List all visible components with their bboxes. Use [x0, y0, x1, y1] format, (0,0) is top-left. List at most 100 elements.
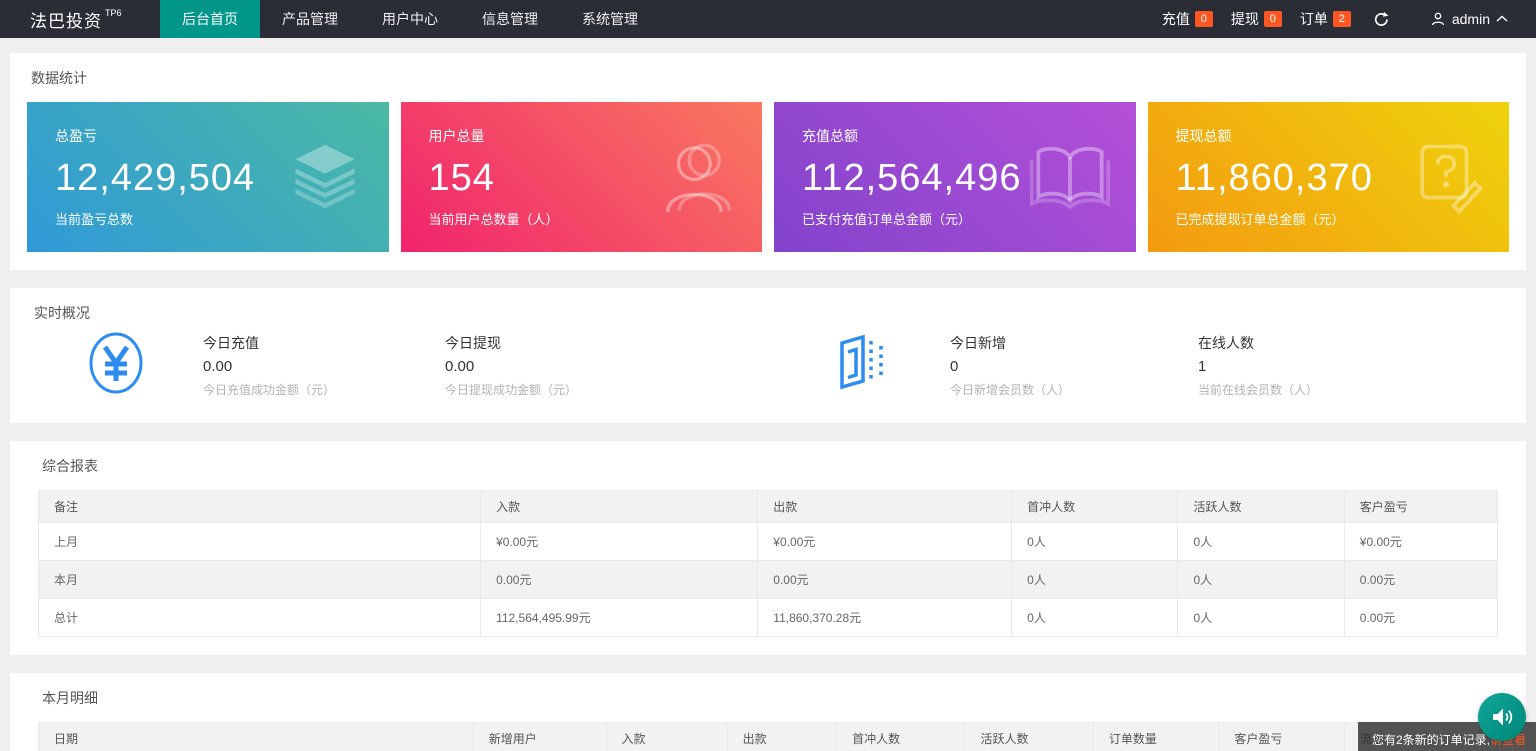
col-header: 活跃人数: [965, 723, 1093, 751]
quick-label: 提现: [1231, 9, 1259, 29]
panel-title: 数据统计: [27, 68, 1509, 88]
navbar-spacer: [660, 0, 1162, 38]
stat-desc: 今日新增会员数（人）: [950, 381, 1070, 398]
panel-title: 综合报表: [38, 456, 1498, 476]
nav-item-info[interactable]: 信息管理: [460, 0, 560, 38]
today-new-users-stat: 今日新增 0 今日新增会员数（人）: [950, 333, 1070, 398]
stats-panel: 数据统计 总盈亏 12,429,504 当前盈亏总数 用户总量 154 当前用户…: [10, 53, 1526, 270]
stat-desc: 今日充值成功金额（元）: [203, 381, 335, 398]
user-menu[interactable]: admin: [1404, 0, 1518, 38]
table-cell: ¥0.00元: [1344, 523, 1497, 561]
total-recharge-card: 充值总额 112,564,496 已支付充值订单总金额（元）: [774, 102, 1136, 252]
table-cell: 0人: [1012, 523, 1178, 561]
col-header: 客户盈亏: [1344, 491, 1497, 523]
table-cell: 上月: [39, 523, 481, 561]
table-header-row: 备注 入款 出款 首冲人数 活跃人数 客户盈亏: [39, 491, 1498, 523]
stat-value: 0: [950, 358, 1070, 375]
nav-item-label: 后台首页: [182, 9, 238, 29]
layers-icon: [287, 141, 363, 213]
table-cell: ¥0.00元: [481, 523, 758, 561]
table-row: 总计 112,564,495.99元 11,860,370.28元 0人 0人 …: [39, 599, 1498, 637]
nav-item-products[interactable]: 产品管理: [260, 0, 360, 38]
summary-report-panel: 综合报表 备注 入款 出款 首冲人数 活跃人数 客户盈亏 上月 ¥0.: [10, 441, 1526, 655]
table-cell: 总计: [39, 599, 481, 637]
month-detail-panel: 本月明细 日期 新增用户 入款 出款 首冲人数 活跃人数 订单数量 客户盈亏 流…: [10, 673, 1526, 751]
app-title: 法巴投资: [30, 7, 102, 32]
username-label: admin: [1452, 11, 1490, 27]
stat-label: 在线人数: [1198, 333, 1318, 353]
stat-label: 今日提现: [445, 333, 577, 353]
col-header: 出款: [727, 723, 836, 751]
stat-desc: 当前在线会员数（人）: [1198, 381, 1318, 398]
open-door-icon: [830, 333, 888, 391]
col-header: 首冲人数: [1012, 491, 1178, 523]
col-header: 入款: [606, 723, 727, 751]
panel-title: 实时概况: [30, 303, 1506, 323]
col-header: 备注: [39, 491, 481, 523]
table-row: 本月 0.00元 0.00元 0人 0人 0.00元: [39, 561, 1498, 599]
main-content: 数据统计 总盈亏 12,429,504 当前盈亏总数 用户总量 154 当前用户…: [0, 38, 1536, 751]
withdraw-quick-link[interactable]: 提现 0: [1231, 9, 1282, 29]
nav-item-label: 用户中心: [382, 9, 438, 29]
col-header: 入款: [481, 491, 758, 523]
table-cell: 0人: [1012, 599, 1178, 637]
nav-item-system[interactable]: 系统管理: [560, 0, 660, 38]
month-detail-table: 日期 新增用户 入款 出款 首冲人数 活跃人数 订单数量 客户盈亏 流水 202…: [38, 722, 1498, 751]
table-cell: 11,860,370.28元: [758, 599, 1012, 637]
stat-value: 0.00: [445, 358, 577, 375]
orders-count-badge: 2: [1333, 11, 1351, 27]
quick-label: 订单: [1300, 9, 1328, 29]
main-menu: 后台首页 产品管理 用户中心 信息管理 系统管理: [160, 0, 660, 38]
table-cell: 0人: [1178, 599, 1344, 637]
table-cell: 本月: [39, 561, 481, 599]
realtime-panel: 实时概况 今日充值 0.00 今日充值成功金额（元） 今日提现 0.00 今日提…: [10, 288, 1526, 423]
open-book-icon: [1030, 142, 1110, 212]
today-recharge-stat: 今日充值 0.00 今日充值成功金额（元）: [203, 333, 335, 398]
yen-circle-icon: [88, 331, 144, 395]
table-cell: 112,564,495.99元: [481, 599, 758, 637]
table-cell: ¥0.00元: [758, 523, 1012, 561]
orders-quick-link[interactable]: 订单 2: [1300, 9, 1351, 29]
table-cell: 0.00元: [1344, 599, 1497, 637]
table-row: 上月 ¥0.00元 ¥0.00元 0人 0人 ¥0.00元: [39, 523, 1498, 561]
table-cell: 0.00元: [758, 561, 1012, 599]
recharge-quick-link[interactable]: 充值 0: [1162, 9, 1213, 29]
stat-label: 今日充值: [203, 333, 335, 353]
app-logo: 法巴投资 TP6: [0, 0, 160, 38]
col-header: 首冲人数: [837, 723, 965, 751]
table-cell: 0人: [1178, 523, 1344, 561]
nav-item-users[interactable]: 用户中心: [360, 0, 460, 38]
col-header: 活跃人数: [1178, 491, 1344, 523]
user-icon: [1430, 10, 1446, 28]
navbar-right: 充值 0 提现 0 订单 2 admin: [1162, 0, 1536, 38]
stat-desc: 今日提现成功金额（元）: [445, 381, 577, 398]
table-header-row: 日期 新增用户 入款 出款 首冲人数 活跃人数 订单数量 客户盈亏 流水: [39, 723, 1498, 751]
col-header: 新增用户: [473, 723, 606, 751]
app-title-version: TP6: [105, 8, 122, 18]
file-question-icon: [1409, 140, 1483, 214]
col-header: 客户盈亏: [1219, 723, 1344, 751]
table-cell: 0人: [1012, 561, 1178, 599]
nav-item-home[interactable]: 后台首页: [160, 0, 260, 38]
stat-cards: 总盈亏 12,429,504 当前盈亏总数 用户总量 154 当前用户总数量（人…: [27, 102, 1509, 252]
table-cell: 0人: [1178, 561, 1344, 599]
nav-item-label: 信息管理: [482, 9, 538, 29]
speaker-icon: [1489, 704, 1515, 730]
recharge-count-badge: 0: [1195, 11, 1213, 27]
nav-item-label: 产品管理: [282, 9, 338, 29]
summary-report-table: 备注 入款 出款 首冲人数 活跃人数 客户盈亏 上月 ¥0.00元 ¥0.00元…: [38, 490, 1498, 637]
table-cell: 0.00元: [1344, 561, 1497, 599]
online-users-stat: 在线人数 1 当前在线会员数（人）: [1198, 333, 1318, 398]
sound-notification-button[interactable]: [1478, 693, 1526, 741]
quick-label: 充值: [1162, 9, 1190, 29]
col-header: 订单数量: [1093, 723, 1218, 751]
withdraw-count-badge: 0: [1264, 11, 1282, 27]
user-outline-icon: [656, 138, 736, 216]
col-header: 出款: [758, 491, 1012, 523]
top-navbar: 法巴投资 TP6 后台首页 产品管理 用户中心 信息管理 系统管理 充值 0 提…: [0, 0, 1536, 38]
refresh-icon[interactable]: [1373, 11, 1390, 28]
total-profit-card: 总盈亏 12,429,504 当前盈亏总数: [27, 102, 389, 252]
stat-label: 今日新增: [950, 333, 1070, 353]
panel-title: 本月明细: [38, 688, 1498, 708]
toast-message: 您有2条新的订单记录,: [1372, 733, 1490, 747]
